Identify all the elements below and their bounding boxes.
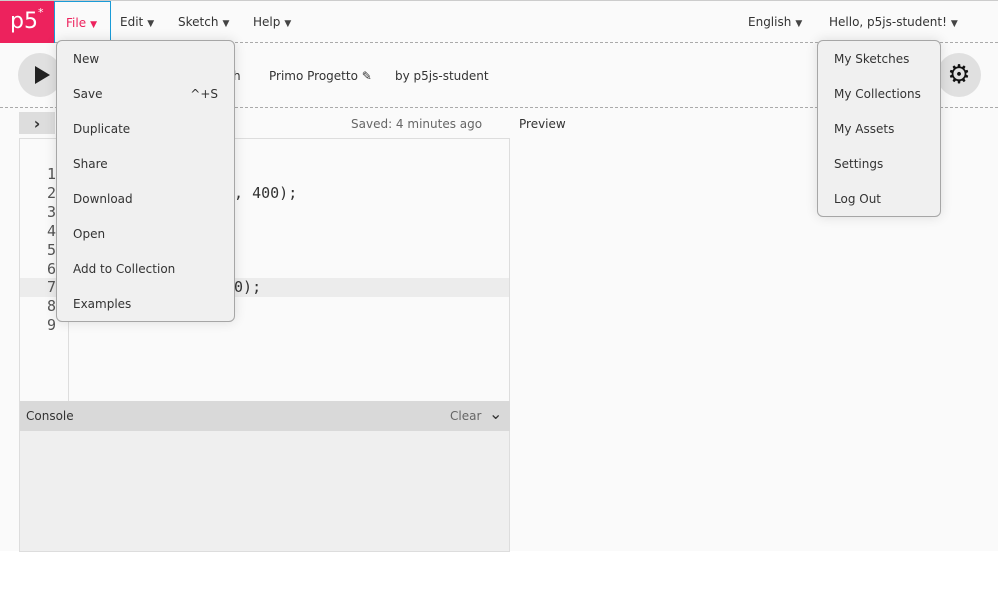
play-icon — [34, 66, 50, 84]
sidebar-toggle[interactable]: › — [19, 112, 55, 134]
menu-item-my-assets[interactable]: My Assets — [834, 122, 894, 136]
menu-item-save[interactable]: Save — [73, 87, 102, 101]
language-label: English — [748, 15, 792, 29]
line-number: 8 — [46, 297, 56, 315]
menu-item-log-out[interactable]: Log Out — [834, 192, 881, 206]
line-number: 1 — [46, 165, 56, 183]
user-menu[interactable]: Hello, p5js-student! ▼ — [829, 15, 958, 29]
file-label: File — [66, 16, 87, 30]
caret-down-icon: ▼ — [147, 19, 155, 29]
line-number: 3 — [46, 203, 56, 221]
help-label: Help — [253, 15, 281, 29]
caret-down-icon: ▼ — [90, 20, 98, 30]
chevron-right-icon: › — [33, 113, 41, 133]
menu-item-my-collections[interactable]: My Collections — [834, 87, 921, 101]
menu-item-new[interactable]: New — [73, 52, 99, 66]
menu-sketch[interactable]: Sketch ▼ — [178, 15, 229, 29]
language-menu[interactable]: English ▼ — [748, 15, 802, 29]
menu-item-duplicate[interactable]: Duplicate — [73, 122, 130, 136]
settings-button[interactable]: ⚙ — [937, 53, 981, 97]
line-number: 9 — [46, 316, 56, 334]
console-title: Console — [26, 409, 74, 423]
preview-label: Preview — [519, 117, 566, 131]
saved-status: Saved: 4 minutes ago — [351, 117, 483, 131]
menu-item-download[interactable]: Download — [73, 192, 133, 206]
menu-file[interactable]: File ▼ — [54, 1, 111, 43]
line-number: 2 — [46, 184, 56, 202]
menu-item-settings[interactable]: Settings — [834, 157, 883, 171]
menu-item-share[interactable]: Share — [73, 157, 108, 171]
sketch-name-text: Primo Progetto — [269, 69, 358, 83]
menu-item-my-sketches[interactable]: My Sketches — [834, 52, 909, 66]
caret-down-icon: ▼ — [284, 19, 292, 29]
sketch-author: by p5js-student — [395, 69, 489, 83]
line-number: 5 — [46, 241, 56, 259]
console-header: Console Clear ⌄ — [19, 401, 510, 431]
pencil-icon[interactable]: ✎ — [362, 69, 372, 83]
caret-down-icon: ▼ — [950, 19, 958, 29]
line-number: 6 — [46, 260, 56, 278]
console-clear-button[interactable]: Clear — [450, 409, 481, 423]
chevron-down-icon[interactable]: ⌄ — [489, 404, 502, 423]
caret-down-icon: ▼ — [222, 19, 230, 29]
menu-item-add-to-collection[interactable]: Add to Collection — [73, 262, 175, 276]
file-dropdown: New Save ^+S Duplicate Share Download Op… — [56, 40, 235, 322]
console-body — [19, 431, 510, 552]
sketch-name[interactable]: Primo Progetto ✎ — [269, 69, 372, 83]
sketch-label: Sketch — [178, 15, 219, 29]
line-number: 7 — [46, 278, 56, 296]
save-shortcut: ^+S — [190, 87, 218, 101]
gear-icon: ⚙ — [947, 60, 971, 90]
menu-edit[interactable]: Edit ▼ — [120, 15, 154, 29]
menu-item-examples[interactable]: Examples — [73, 297, 131, 311]
caret-down-icon: ▼ — [795, 19, 803, 29]
menu-item-open[interactable]: Open — [73, 227, 105, 241]
logo-text: p5 — [10, 9, 38, 34]
user-dropdown: My Sketches My Collections My Assets Set… — [817, 40, 941, 217]
code-line-2: 0, 400); — [225, 184, 298, 202]
menu-help[interactable]: Help ▼ — [253, 15, 291, 29]
edit-label: Edit — [120, 15, 144, 29]
logo-asterisk: * — [37, 5, 44, 19]
line-number: 4 — [46, 222, 56, 240]
p5-logo[interactable]: p5* — [0, 1, 54, 43]
user-label: Hello, p5js-student! — [829, 15, 947, 29]
top-nav: p5* File ▼ Edit ▼ Sketch ▼ Help ▼ English ▼ H… — [0, 1, 998, 43]
